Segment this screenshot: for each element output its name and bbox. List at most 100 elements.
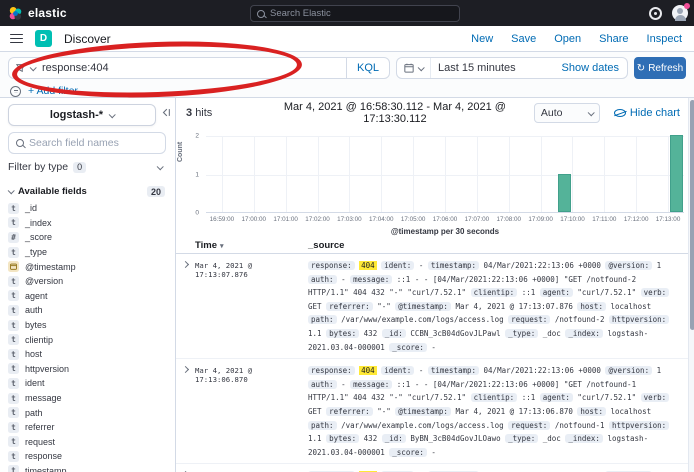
query-text[interactable]: response:404 <box>42 62 346 74</box>
refresh-button[interactable]: ↻ Refresh <box>634 57 686 79</box>
field-badge: message: <box>350 275 392 284</box>
hide-chart-button[interactable]: Hide chart <box>614 107 680 119</box>
field-item-response[interactable]: tresponse <box>8 449 167 464</box>
x-tick: 17:04:00 <box>369 216 394 223</box>
field-badge: agent: <box>540 288 573 297</box>
menu-icon[interactable] <box>10 31 23 45</box>
field-item-auth[interactable]: tauth <box>8 303 167 318</box>
discover-app-badge[interactable]: D <box>35 30 52 47</box>
field-item-_type[interactable]: t_type <box>8 245 167 260</box>
field-item-clientip[interactable]: tclientip <box>8 332 167 347</box>
saved-query-menu-button[interactable] <box>9 58 42 78</box>
field-item-ident[interactable]: tident <box>8 376 167 391</box>
field-badge: verb: <box>641 288 670 297</box>
field-badge: auth: <box>308 380 337 389</box>
doc-source-cell: response: 404 ident: - timestamp: 04/Mar… <box>308 259 688 354</box>
field-name: _id <box>25 203 37 213</box>
field-item-httpversion[interactable]: thttpversion <box>8 362 167 377</box>
field-badge: host: <box>577 302 606 311</box>
x-tick: 17:08:00 <box>496 216 521 223</box>
app-navbar: D Discover NewSaveOpenShareInspect <box>0 26 694 52</box>
collapse-sidebar-icon[interactable] <box>161 108 171 117</box>
string-field-icon: t <box>8 203 19 214</box>
query-language-button[interactable]: KQL <box>346 58 389 78</box>
x-tick: 17:01:00 <box>273 216 298 223</box>
interval-select[interactable]: Auto <box>534 103 600 123</box>
elastic-logo: elastic <box>0 6 67 21</box>
user-avatar[interactable] <box>672 5 688 21</box>
filter-by-type-toggle[interactable]: Filter by type 0 <box>8 161 166 173</box>
eye-slash-icon <box>614 109 626 117</box>
string-field-icon: t <box>8 290 19 301</box>
field-item-request[interactable]: trequest <box>8 435 167 450</box>
chart-plot-area[interactable] <box>206 136 684 213</box>
field-item-bytes[interactable]: tbytes <box>8 318 167 333</box>
histogram-chart[interactable]: Count 012 16:59:0017:00:0017:01:0017:02:… <box>176 128 688 236</box>
field-item-@timestamp[interactable]: @timestamp <box>8 259 167 274</box>
x-axis-ticks: 16:59:0017:00:0017:01:0017:02:0017:03:00… <box>206 216 684 224</box>
expand-row-icon[interactable] <box>176 259 195 354</box>
nav-action-save[interactable]: Save <box>511 33 536 45</box>
field-name: bytes <box>25 320 47 330</box>
add-filter-button[interactable]: + Add filter <box>28 85 78 97</box>
global-search-input[interactable]: Search Elastic <box>250 5 460 22</box>
calendar-icon <box>404 63 414 73</box>
field-badge: _id: <box>382 434 406 443</box>
time-range-display: Mar 4, 2021 @ 16:58:30.112 - Mar 4, 2021… <box>256 101 534 125</box>
expand-row-icon[interactable] <box>176 364 195 459</box>
field-badge: request: <box>508 315 550 324</box>
field-badge: _type: <box>505 434 538 443</box>
histogram-bar-17:13:00[interactable] <box>670 135 683 212</box>
field-item-path[interactable]: tpath <box>8 405 167 420</box>
nav-action-open[interactable]: Open <box>554 33 581 45</box>
y-tick: 0 <box>195 210 199 217</box>
histogram-bar-17:09:30[interactable] <box>558 174 571 213</box>
help-icon[interactable] <box>649 7 662 20</box>
string-field-icon: t <box>8 217 19 228</box>
time-range-value[interactable]: Last 15 minutes <box>431 62 516 74</box>
field-name: referrer <box>25 422 55 432</box>
show-dates-button[interactable]: Show dates <box>562 62 627 74</box>
string-field-icon: t <box>8 349 19 360</box>
chevron-down-icon <box>109 111 116 118</box>
field-badge: ident: <box>381 366 414 375</box>
discover-main: 3 hits Mar 4, 2021 @ 16:58:30.112 - Mar … <box>176 98 688 472</box>
x-tick: 17:10:00 <box>560 216 585 223</box>
doc-time-cell: Mar 4, 2021 @ 17:13:06.870 <box>195 364 308 459</box>
field-item-agent[interactable]: tagent <box>8 289 167 304</box>
field-item-@version[interactable]: t@version <box>8 274 167 289</box>
x-tick: 17:07:00 <box>465 216 490 223</box>
field-name: auth <box>25 305 43 315</box>
field-name: @version <box>25 276 63 286</box>
field-item-_score[interactable]: #_score <box>8 230 167 245</box>
vertical-scrollbar[interactable] <box>688 98 694 472</box>
date-picker[interactable]: Last 15 minutes Show dates <box>396 57 628 79</box>
string-field-icon: t <box>8 305 19 316</box>
date-quick-menu-button[interactable] <box>397 58 431 78</box>
field-item-_index[interactable]: t_index <box>8 216 167 231</box>
x-tick: 17:12:00 <box>624 216 649 223</box>
field-name: path <box>25 408 43 418</box>
query-input[interactable]: response:404 KQL <box>8 57 390 79</box>
global-header: elastic Search Elastic <box>0 0 694 26</box>
scrollbar-thumb[interactable] <box>690 100 694 330</box>
time-column-header[interactable]: Time ▾ <box>176 240 308 251</box>
field-item-timestamp[interactable]: ttimestamp <box>8 464 167 472</box>
field-item-host[interactable]: thost <box>8 347 167 362</box>
field-badge: _index: <box>565 434 603 443</box>
available-fields-header[interactable]: Available fields 20 <box>8 186 167 197</box>
nav-action-share[interactable]: Share <box>599 33 628 45</box>
nav-action-inspect[interactable]: Inspect <box>647 33 682 45</box>
doc-time-cell: Mar 4, 2021 @ 17:13:07.876 <box>195 259 308 354</box>
hits-count: 3 hits <box>186 107 256 119</box>
index-pattern-select[interactable]: logstash-* <box>8 104 156 126</box>
nav-action-new[interactable]: New <box>471 33 493 45</box>
y-tick: 1 <box>195 171 199 178</box>
field-search-input[interactable]: Search field names <box>8 132 166 154</box>
filter-settings-icon[interactable] <box>10 86 21 97</box>
field-item-_id[interactable]: t _id <box>8 201 167 216</box>
field-badge: bytes: <box>326 329 359 338</box>
field-name: httpversion <box>25 364 69 374</box>
field-item-message[interactable]: tmessage <box>8 391 167 406</box>
field-item-referrer[interactable]: treferrer <box>8 420 167 435</box>
